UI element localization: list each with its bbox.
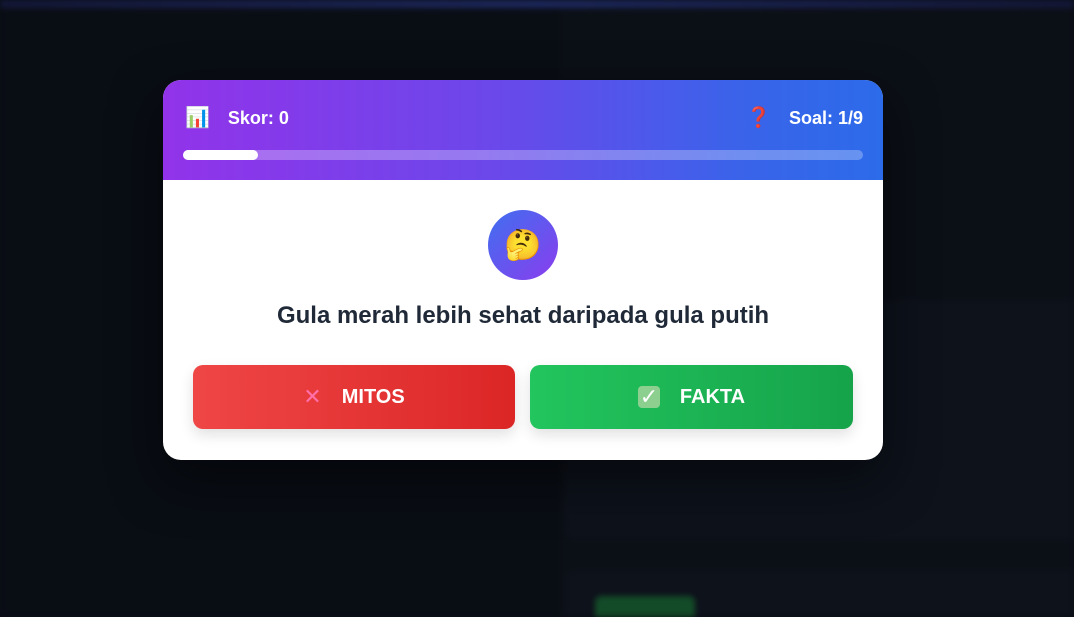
quiz-header: 📊 Skor: 0 ❓ Soal: 1/9 [163, 80, 883, 180]
bar-chart-icon: 📊 [185, 107, 210, 129]
myth-button[interactable]: ✕ MITOS [193, 365, 515, 429]
progress-bar-fill [183, 150, 259, 160]
question-counter-label: Soal: 1/9 [788, 107, 863, 128]
cross-mark-icon: ✕ [303, 384, 322, 409]
score-label: Skor: 0 [227, 107, 289, 128]
fact-button-label: FAKTA [679, 385, 746, 408]
quiz-body: 🤔 Gula merah lebih sehat daripada gula p… [163, 180, 883, 460]
quiz-modal: 📊 Skor: 0 ❓ Soal: 1/9 🤔 Gula merah lebih… [163, 80, 883, 460]
question-emoji: 🤔 [504, 228, 542, 262]
score-display: 📊 Skor: 0 [185, 106, 289, 130]
myth-button-label: MITOS [341, 385, 405, 408]
fact-button[interactable]: ✓ FAKTA [530, 365, 853, 429]
question-text: Gula merah lebih sehat daripada gula put… [276, 302, 770, 329]
check-mark-icon: ✓ [637, 384, 660, 409]
question-mark-icon: ❓ [746, 107, 771, 129]
question-counter: ❓ Soal: 1/9 [746, 106, 863, 130]
progress-bar [183, 150, 863, 160]
thinking-face-icon: 🤔 [488, 210, 558, 280]
